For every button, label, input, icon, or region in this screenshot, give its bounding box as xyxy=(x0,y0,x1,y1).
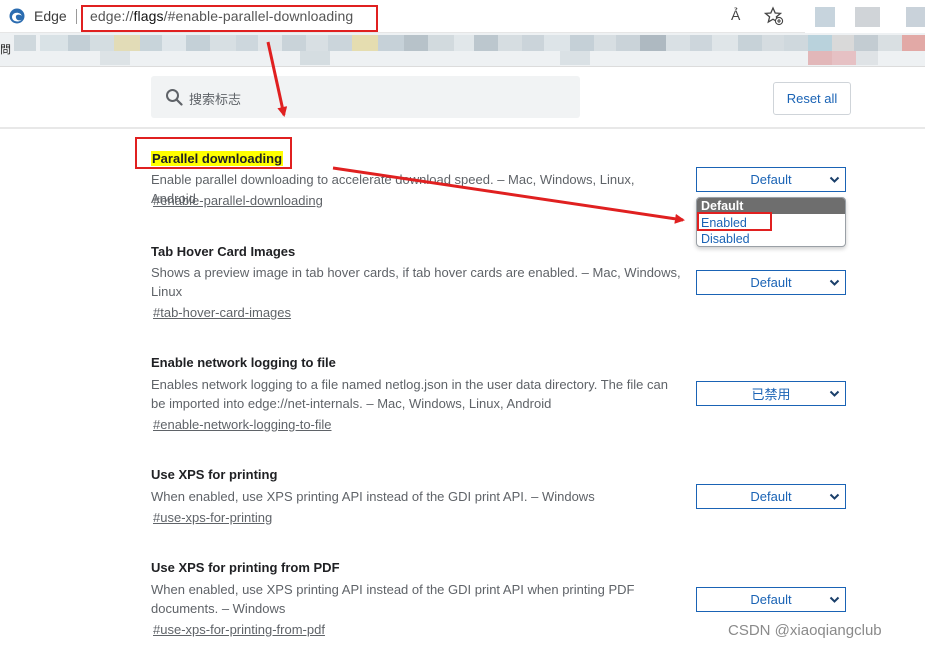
search-icon xyxy=(166,89,183,106)
favorite-item[interactable] xyxy=(428,35,454,51)
favorite-item[interactable] xyxy=(352,35,378,51)
header-divider xyxy=(0,127,925,129)
watermark: CSDN @xiaoqiangclub xyxy=(728,622,882,639)
favorite-item[interactable] xyxy=(616,35,640,51)
favorite-item[interactable] xyxy=(570,35,594,51)
favorite-item[interactable] xyxy=(162,35,186,51)
favorite-item[interactable] xyxy=(902,35,925,51)
favorites-bar: 問 xyxy=(0,33,925,67)
favorite-item[interactable] xyxy=(454,35,474,51)
favorite-item[interactable] xyxy=(474,35,498,51)
favorite-item[interactable] xyxy=(832,35,854,51)
address-separator xyxy=(76,9,77,24)
experiment-select[interactable]: Default xyxy=(696,167,846,192)
experiment-link[interactable]: #enable-parallel-downloading xyxy=(153,193,323,208)
favorite-item[interactable] xyxy=(306,35,328,51)
chevron-down-icon xyxy=(829,596,840,603)
chevron-down-icon xyxy=(829,390,840,397)
favorite-item[interactable] xyxy=(498,35,522,51)
experiment-description: Enables network logging to a file named … xyxy=(151,377,668,411)
favorite-item[interactable] xyxy=(186,35,210,51)
favorites-fragment: 問 xyxy=(0,44,11,56)
edge-logo-icon[interactable] xyxy=(9,8,25,24)
extension-slot[interactable] xyxy=(815,7,835,27)
favorite-item[interactable] xyxy=(282,35,306,51)
experiment-description: Shows a preview image in tab hover cards… xyxy=(151,265,681,299)
favorite-item[interactable] xyxy=(100,51,130,65)
browser-name: Edge xyxy=(34,8,67,24)
favorite-item[interactable] xyxy=(738,35,762,51)
dropdown-option-disabled[interactable]: Disabled xyxy=(697,231,845,246)
experiment-select[interactable]: Default xyxy=(696,270,846,295)
favorite-item[interactable] xyxy=(14,35,36,51)
favorite-item[interactable] xyxy=(808,51,832,65)
search-flags-box[interactable]: 搜索标志 xyxy=(151,76,580,118)
favorite-item[interactable] xyxy=(258,35,282,51)
favorite-item[interactable] xyxy=(808,35,832,51)
favorite-item[interactable] xyxy=(594,35,616,51)
select-value: Default xyxy=(750,172,792,187)
favorite-item[interactable] xyxy=(640,35,666,51)
experiment-title: Use XPS for printing from PDF xyxy=(151,560,340,575)
experiment-link[interactable]: #use-xps-for-printing xyxy=(153,510,272,525)
favorite-item[interactable] xyxy=(68,35,90,51)
experiment-link[interactable]: #enable-network-logging-to-file xyxy=(153,417,332,432)
add-favorite-icon[interactable] xyxy=(764,6,784,26)
experiment-select[interactable]: Default xyxy=(696,484,846,509)
favorite-item[interactable] xyxy=(522,35,544,51)
favorite-item[interactable] xyxy=(40,35,68,51)
reset-all-button[interactable]: Reset all xyxy=(773,82,851,115)
extensions-area xyxy=(805,0,925,33)
favorite-item[interactable] xyxy=(856,51,878,65)
extension-slot[interactable] xyxy=(906,7,925,27)
experiment-link[interactable]: #use-xps-for-printing-from-pdf xyxy=(153,622,325,637)
select-value: Default xyxy=(750,592,792,607)
favorite-item[interactable] xyxy=(140,35,162,51)
favorite-item[interactable] xyxy=(712,35,738,51)
search-input[interactable]: 搜索标志 xyxy=(189,89,241,108)
favorite-item[interactable] xyxy=(690,35,712,51)
favorite-item[interactable] xyxy=(544,35,570,51)
favorite-item[interactable] xyxy=(236,35,258,51)
select-value: Default xyxy=(750,489,792,504)
annotation-url-box xyxy=(81,5,378,32)
extension-slot[interactable] xyxy=(855,7,880,27)
favorite-item[interactable] xyxy=(878,35,902,51)
favorite-item[interactable] xyxy=(114,35,140,51)
favorite-item[interactable] xyxy=(328,35,352,51)
experiment-select[interactable]: 已禁用 xyxy=(696,381,846,406)
experiment-select[interactable]: Default xyxy=(696,587,846,612)
favorite-item[interactable] xyxy=(90,35,114,51)
favorite-item[interactable] xyxy=(666,35,690,51)
favorite-item[interactable] xyxy=(404,35,428,51)
annotation-title-box xyxy=(135,137,292,169)
experiment-description: When enabled, use XPS printing API inste… xyxy=(151,582,635,616)
favorite-item[interactable] xyxy=(854,35,878,51)
experiment-link[interactable]: #tab-hover-card-images xyxy=(153,305,291,320)
favorite-item[interactable] xyxy=(832,51,856,65)
favorite-item[interactable] xyxy=(300,51,330,65)
favorite-item[interactable] xyxy=(762,35,784,51)
experiment-title: Use XPS for printing xyxy=(151,467,278,482)
select-value: 已禁用 xyxy=(751,387,791,402)
chevron-down-icon xyxy=(829,279,840,286)
select-value: Default xyxy=(750,275,792,290)
read-aloud-icon[interactable]: Ả xyxy=(731,7,740,23)
favorite-item[interactable] xyxy=(784,35,808,51)
favorite-item[interactable] xyxy=(378,35,404,51)
favorite-item[interactable] xyxy=(560,51,590,65)
experiment-title: Enable network logging to file xyxy=(151,355,336,370)
favorite-item[interactable] xyxy=(210,35,236,51)
chevron-down-icon xyxy=(829,493,840,500)
chevron-down-icon xyxy=(829,176,840,183)
experiment-description: When enabled, use XPS printing API inste… xyxy=(151,489,595,504)
annotation-enabled-box xyxy=(697,212,772,231)
experiment-title: Tab Hover Card Images xyxy=(151,244,296,259)
